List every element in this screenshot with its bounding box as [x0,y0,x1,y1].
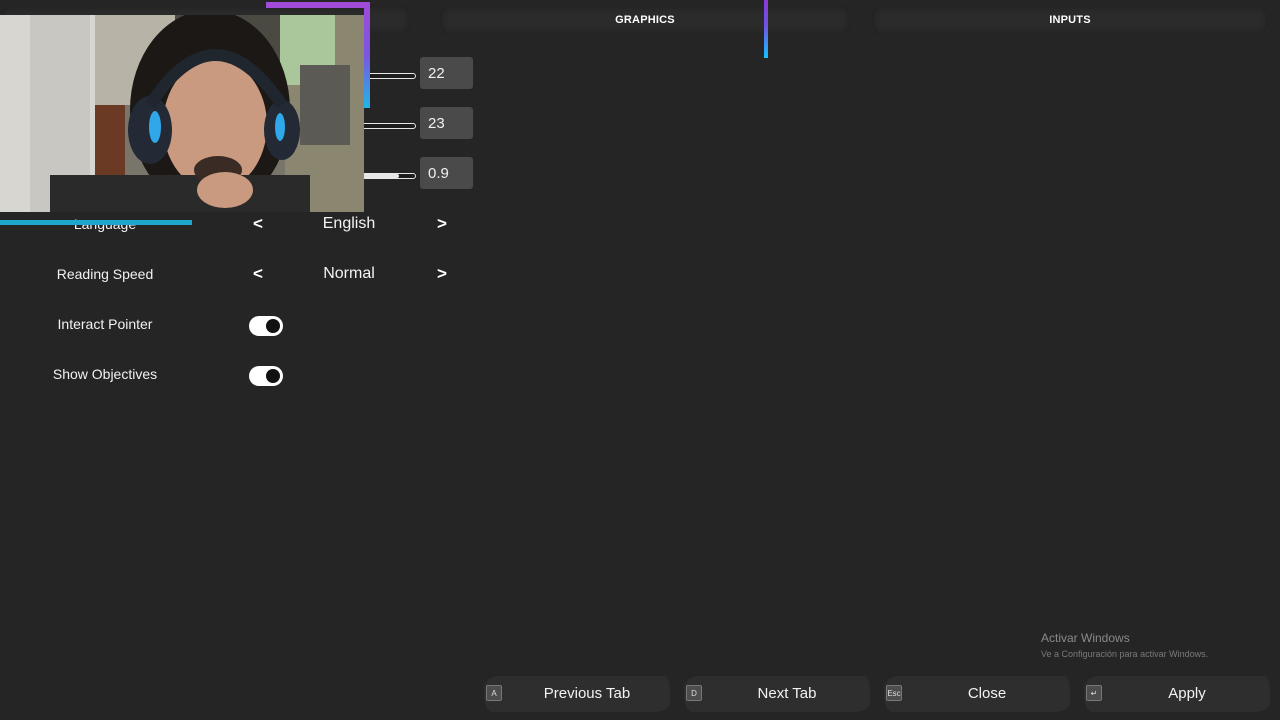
show-objectives-label: Show Objectives [52,366,158,382]
previous-tab-button[interactable]: A Previous Tab [484,676,670,712]
slider-2-value[interactable]: 23 [420,107,473,139]
slider-1-value[interactable]: 22 [420,57,473,89]
key-enter-icon: ↵ [1086,685,1102,701]
interact-pointer-label: Interact Pointer [57,316,153,332]
show-objectives-toggle-knob [266,369,280,383]
webcam-overlay [0,0,372,232]
webcam-frame-right-accent [364,2,370,108]
previous-tab-label: Previous Tab [543,685,631,702]
tab-graphics[interactable]: GRAPHICS [440,6,850,34]
apply-button[interactable]: ↵ Apply [1084,676,1270,712]
language-next-arrow[interactable]: > [432,213,452,235]
tab-graphics-label: GRAPHICS [615,14,675,26]
setting-row-interact-pointer: Interact Pointer [0,305,480,345]
interact-pointer-toggle-knob [266,319,280,333]
setting-row-reading-speed: Reading Speed < Normal > [0,255,480,295]
webcam-frame-top-accent [266,2,370,8]
next-tab-button[interactable]: D Next Tab [684,676,870,712]
close-button[interactable]: Esc Close [884,676,1070,712]
webcam-feed-illustration [0,15,364,212]
webcam-feed-image [0,15,364,212]
windows-activation-subtitle: Ve a Configuración para activar Windows. [1041,649,1209,659]
reading-speed-next-arrow[interactable]: > [432,263,452,285]
reading-speed-prev-arrow[interactable]: < [248,263,268,285]
setting-row-show-objectives: Show Objectives [0,355,480,395]
reading-speed-value: Normal [323,265,375,282]
reading-speed-label: Reading Speed [56,266,154,282]
close-label: Close [967,685,1007,702]
slider-3-value[interactable]: 0.9 [420,157,473,189]
show-objectives-toggle[interactable] [249,366,283,386]
apply-label: Apply [1168,685,1206,702]
settings-screen: GRAPHICS INPUTS 22 23 0.9 Language < Eng… [0,0,1280,720]
tab-divider-indicator [764,0,768,58]
key-d-icon: D [686,685,702,701]
key-a-icon: A [486,685,502,701]
windows-activation-title: Activar Windows [1041,631,1130,645]
interact-pointer-toggle[interactable] [249,316,283,336]
tab-inputs-label: INPUTS [1049,14,1091,26]
next-tab-label: Next Tab [757,685,817,702]
key-esc-icon: Esc [886,685,902,701]
tab-inputs[interactable]: INPUTS [872,6,1268,34]
webcam-frame-bottom-accent [0,220,192,225]
